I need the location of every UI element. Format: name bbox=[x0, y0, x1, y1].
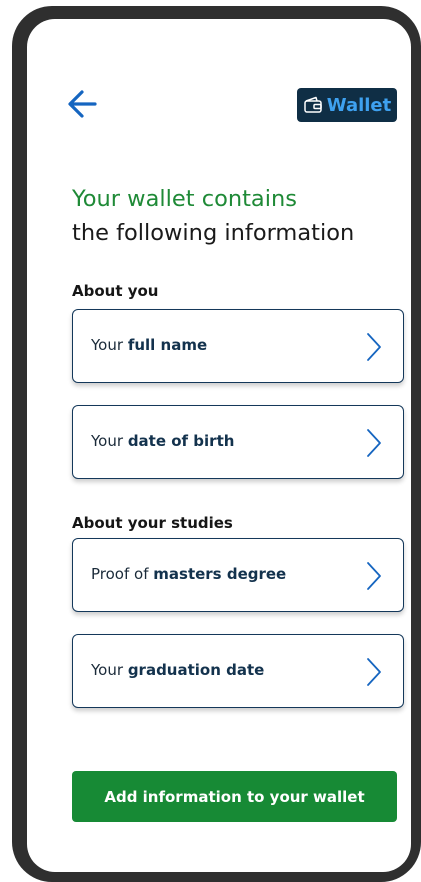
info-card-masters-degree[interactable]: Proof of masters degree bbox=[72, 538, 404, 612]
info-card-text: Your full name bbox=[91, 336, 208, 354]
page-title: Your wallet contains the following infor… bbox=[72, 182, 402, 250]
wallet-button[interactable]: Wallet bbox=[297, 88, 397, 122]
section-label-about-your-studies: About your studies bbox=[72, 514, 233, 532]
chevron-right-icon bbox=[367, 429, 381, 457]
info-card-text: Proof of masters degree bbox=[91, 565, 287, 583]
chevron-right-icon bbox=[367, 562, 381, 590]
info-card-full-name[interactable]: Your full name bbox=[72, 309, 404, 383]
info-card-graduation-date[interactable]: Your graduation date bbox=[72, 634, 404, 708]
section-label-about-you: About you bbox=[72, 282, 159, 300]
phone-frame: Wallet Your wallet contains the followin… bbox=[12, 6, 421, 882]
chevron-right-icon bbox=[367, 333, 381, 361]
page-title-line-2: the following information bbox=[72, 220, 355, 246]
page-title-line-1: Your wallet contains bbox=[72, 186, 297, 212]
back-button[interactable] bbox=[65, 87, 99, 121]
wallet-icon bbox=[303, 96, 322, 113]
wallet-label: Wallet bbox=[326, 94, 392, 116]
arrow-left-icon bbox=[68, 90, 97, 118]
add-to-wallet-button[interactable]: Add information to your wallet bbox=[72, 771, 397, 822]
info-card-text: Your date of birth bbox=[91, 432, 235, 450]
info-card-date-of-birth[interactable]: Your date of birth bbox=[72, 405, 404, 479]
info-card-text: Your graduation date bbox=[91, 661, 265, 679]
app-screen: Wallet Your wallet contains the followin… bbox=[27, 19, 411, 872]
chevron-right-icon bbox=[367, 658, 381, 686]
